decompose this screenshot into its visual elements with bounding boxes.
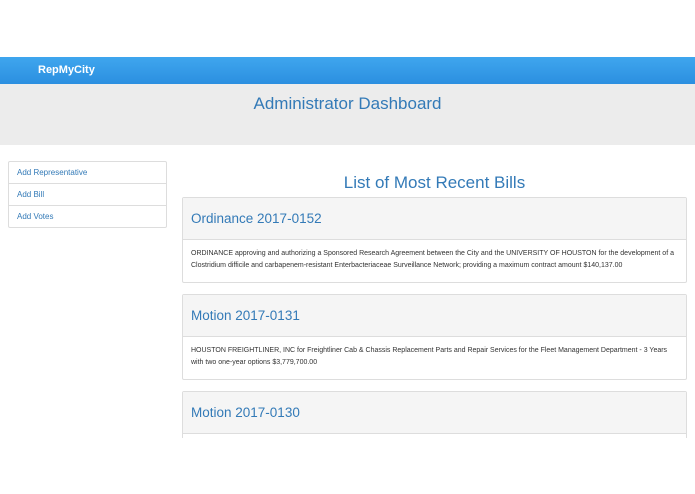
bill-heading: Motion 2017-0131 (183, 295, 686, 337)
bills-list-title: List of Most Recent Bills (343, 173, 526, 192)
bill-heading: Ordinance 2017-0152 (183, 198, 686, 240)
bill-description (183, 434, 686, 438)
bill-description: ORDINANCE approving and authorizing a Sp… (191, 250, 674, 269)
sidebar-item-add-bill[interactable]: Add Bill (9, 184, 166, 206)
bill-title[interactable]: Motion 2017-0131 (191, 308, 300, 324)
navbar: RepMyCity (0, 57, 695, 84)
brand-link[interactable]: RepMyCity (38, 64, 95, 77)
bill-title[interactable]: Ordinance 2017-0152 (191, 211, 322, 227)
dashboard-header: Administrator Dashboard (0, 84, 695, 145)
bill-panel: Ordinance 2017-0152 ORDINANCE approving … (182, 197, 687, 283)
bill-panel: Motion 2017-0130 (182, 391, 687, 438)
sidebar-item-add-representative[interactable]: Add Representative (9, 162, 166, 184)
bill-panel: Motion 2017-0131 HOUSTON FREIGHTLINER, I… (182, 294, 687, 380)
page-title: Administrator Dashboard (253, 94, 442, 113)
browser-viewport: RepMyCity Administrator Dashboard Add Re… (0, 57, 695, 438)
bill-title[interactable]: Motion 2017-0130 (191, 405, 300, 421)
bill-description: HOUSTON FREIGHTLINER, INC for Freightlin… (191, 347, 668, 366)
bill-heading: Motion 2017-0130 (183, 392, 686, 434)
bills-list: Ordinance 2017-0152 ORDINANCE approving … (182, 197, 687, 438)
sidebar-menu: Add Representative Add Bill Add Votes (8, 161, 167, 228)
sidebar-item-add-votes[interactable]: Add Votes (9, 206, 166, 227)
